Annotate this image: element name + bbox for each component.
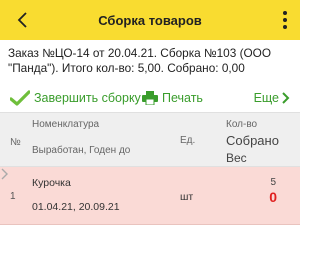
more-label: Еще	[253, 91, 279, 105]
order-info: Заказ №ЦО-14 от 20.04.21. Сборка №103 (О…	[8, 46, 272, 75]
chevron-right-icon	[282, 92, 290, 104]
table-row[interactable]: 1 Курочка 01.04.21, 20.09.21 шт 5 0	[0, 167, 300, 225]
page-title: Сборка товаров	[98, 12, 202, 28]
header-collected: Собрано	[226, 133, 279, 148]
print-button[interactable]: Печать	[142, 86, 203, 110]
header-number: №	[10, 137, 21, 148]
print-label: Печать	[162, 91, 203, 105]
action-bar: Завершить сборку Печать Еще	[0, 86, 300, 110]
header-weight: Вес	[226, 151, 247, 165]
finish-assembly-button[interactable]: Завершить сборку	[10, 86, 141, 110]
header-produced: Выработан, Годен до	[32, 145, 131, 156]
row-dates: 01.04.21, 20.09.21	[32, 201, 120, 213]
chevron-left-icon	[17, 12, 27, 28]
row-name: Курочка	[32, 177, 71, 189]
header-nomenclature: Номенклатура	[32, 119, 100, 130]
top-bar: Сборка товаров	[0, 0, 300, 40]
back-button[interactable]	[10, 4, 36, 36]
header-unit: Ед.	[180, 135, 196, 146]
more-vertical-icon[interactable]	[276, 4, 294, 36]
header-quantity: Кол-во	[226, 119, 258, 130]
printer-icon	[142, 91, 158, 105]
row-collected: 0	[269, 189, 277, 205]
row-number: 1	[10, 191, 16, 202]
checkmark-icon	[10, 90, 30, 106]
row-quantity: 5	[270, 177, 276, 188]
chevron-right-icon	[1, 168, 8, 180]
table-header: № Номенклатура Выработан, Годен до Ед. К…	[0, 112, 300, 167]
finish-assembly-label: Завершить сборку	[34, 91, 141, 105]
more-button[interactable]: Еще	[254, 86, 290, 110]
row-unit: шт	[180, 191, 194, 203]
